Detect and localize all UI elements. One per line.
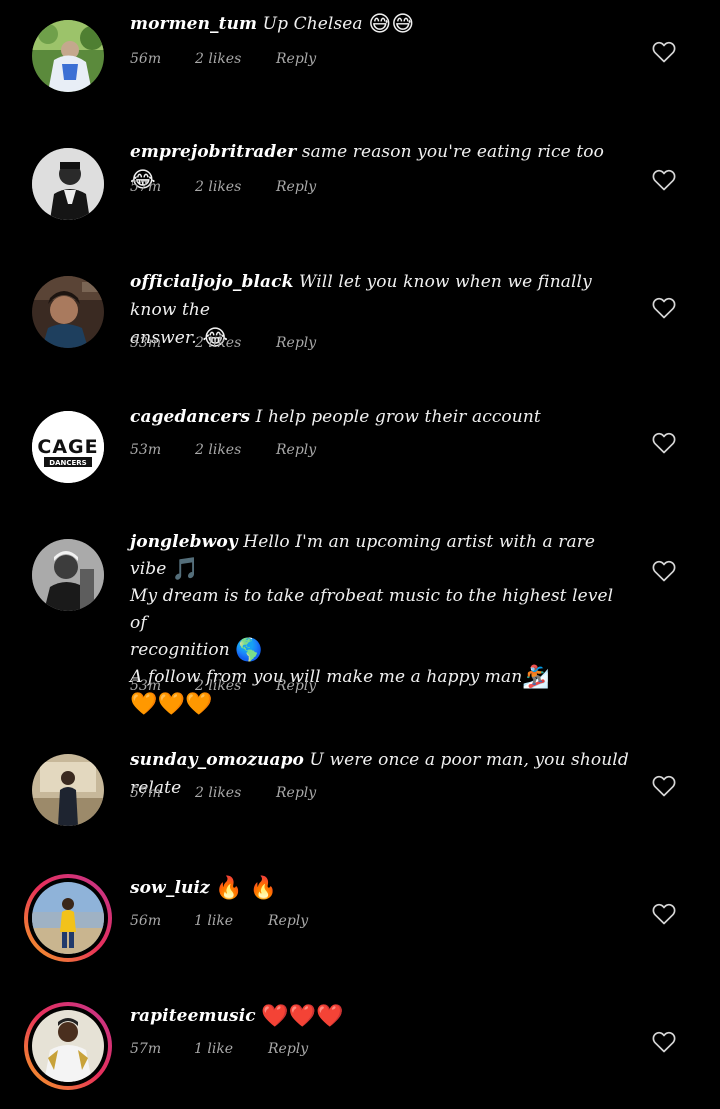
comment-time: 56m <box>130 913 162 929</box>
comment-emoji: 😅😅 <box>368 12 415 37</box>
comment-body-line-2: My dream is to take afrobeat music to th… <box>130 586 614 633</box>
comment-likes[interactable]: 1 like <box>194 1039 233 1059</box>
reply-button[interactable]: Reply <box>268 1039 308 1059</box>
comment-body-line-3: recognition <box>130 640 230 660</box>
avatar[interactable] <box>32 539 104 611</box>
comment-likes[interactable]: 2 likes <box>195 333 241 353</box>
comment-username[interactable]: cagedancers <box>130 407 250 427</box>
comment-likes[interactable]: 2 likes <box>195 440 241 460</box>
heart-outline-icon[interactable] <box>652 41 676 63</box>
comment-text: sow_luiz 🔥 🔥 <box>130 874 630 903</box>
comment-time: 53m <box>130 442 162 458</box>
heart-outline-icon[interactable] <box>652 775 676 797</box>
heart-outline-icon[interactable] <box>652 297 676 319</box>
comment-likes[interactable]: 2 likes <box>195 49 241 69</box>
comment-body-line-4: A follow from you will make me a happy m… <box>130 667 523 687</box>
comment-username[interactable]: rapiteemusic <box>130 1006 256 1026</box>
comment-time: 57m <box>130 179 162 195</box>
avatar-story-ring[interactable] <box>24 1002 112 1090</box>
comment-time: 53m <box>130 335 162 351</box>
avatar <box>32 882 104 954</box>
comment-body: same reason you're eating rice too <box>301 142 604 162</box>
heart-outline-icon[interactable] <box>652 560 676 582</box>
reply-button[interactable]: Reply <box>268 911 308 931</box>
comment-body: Up Chelsea <box>262 14 363 34</box>
avatar[interactable] <box>32 20 104 92</box>
avatar[interactable] <box>32 754 104 826</box>
heart-outline-icon[interactable] <box>652 432 676 454</box>
avatar[interactable] <box>32 148 104 220</box>
comment-text: cagedancers I help people grow their acc… <box>130 403 630 431</box>
avatar[interactable]: CAGE DANCERS <box>32 411 104 483</box>
avatar[interactable] <box>32 276 104 348</box>
comment-likes[interactable]: 2 likes <box>195 177 241 197</box>
fire-emoji: 🔥 🔥 <box>215 876 278 901</box>
globe-emoji: 🌎 <box>235 638 263 663</box>
reply-button[interactable]: Reply <box>276 783 316 803</box>
comment-body: I help people grow their account <box>255 407 541 427</box>
comment-text: mormen_tum Up Chelsea 😅😅 <box>130 10 630 39</box>
reply-button[interactable]: Reply <box>276 177 316 197</box>
comment-time: 53m <box>130 678 162 694</box>
hearts-emoji: ❤️❤️❤️ <box>261 1004 344 1029</box>
avatar-logo-subtext: DANCERS <box>49 459 86 467</box>
comment-username[interactable]: sow_luiz <box>130 878 210 898</box>
heart-outline-icon[interactable] <box>652 903 676 925</box>
comment-username[interactable]: officialjojo_black <box>130 272 293 292</box>
reply-button[interactable]: Reply <box>276 49 316 69</box>
snowboarder-emoji: 🏂 <box>522 665 550 690</box>
reply-button[interactable]: Reply <box>276 676 316 696</box>
comment-likes[interactable]: 1 like <box>194 911 233 931</box>
avatar-story-ring[interactable] <box>24 874 112 962</box>
heart-outline-icon[interactable] <box>652 169 676 191</box>
heart-outline-icon[interactable] <box>652 1031 676 1053</box>
comment-username[interactable]: mormen_tum <box>130 14 257 34</box>
avatar-logo-text: CAGE <box>37 436 98 458</box>
comment-likes[interactable]: 2 likes <box>195 783 241 803</box>
reply-button[interactable]: Reply <box>276 333 316 353</box>
comment-likes[interactable]: 2 likes <box>195 676 241 696</box>
avatar <box>32 1010 104 1082</box>
comment-username[interactable]: emprejobritrader <box>130 142 296 162</box>
comment-username[interactable]: sunday_omozuapo <box>130 750 304 770</box>
comment-emoji: 🎵 <box>171 557 200 582</box>
comment-time: 57m <box>130 785 162 801</box>
comment-time: 56m <box>130 51 162 67</box>
reply-button[interactable]: Reply <box>276 440 316 460</box>
comment-text: rapiteemusic ❤️❤️❤️ <box>130 1002 630 1031</box>
comment-time: 57m <box>130 1041 162 1057</box>
comment-username[interactable]: jonglebwoy <box>130 532 238 552</box>
